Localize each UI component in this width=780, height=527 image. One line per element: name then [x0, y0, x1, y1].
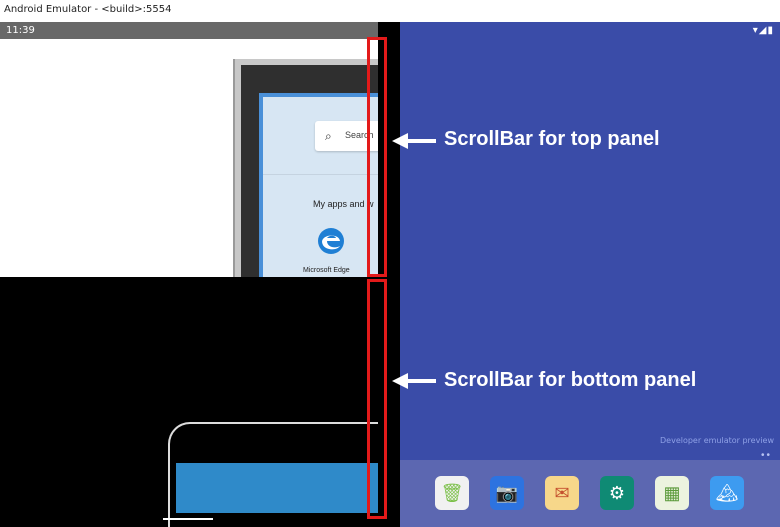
left-status-bar: 11:39 [0, 22, 378, 39]
home-indicator [163, 518, 213, 520]
gallery-icon: 🏔 [715, 482, 739, 503]
camera-icon: 📷 [495, 482, 519, 503]
files-icon: 🗑 [440, 482, 464, 503]
sheets-icon: ▦ [663, 482, 681, 503]
search-icon: ⌕ [325, 129, 332, 143]
top-scrollbar-annotation: ScrollBar for top panel [444, 128, 660, 150]
bottom-scrollbar-annotation: ScrollBar for bottom panel [444, 369, 697, 391]
bottom-annotation-arrow-icon [392, 373, 436, 389]
left-device-screen: 11:39 ⌕ Search My apps and w Microsoft E… [0, 22, 400, 527]
gear-icon: ⚙ [608, 482, 626, 503]
app-dock: 🗑 📷 ✉ ⚙ ▦ 🏔 [400, 460, 780, 527]
gallery-app-icon[interactable]: 🏔 [710, 476, 744, 510]
bottom-device-screen [176, 463, 378, 513]
status-icons: ▾◢▮ [752, 25, 774, 36]
edge-label: Microsoft Edge [303, 267, 350, 274]
bottom-panel[interactable] [0, 277, 378, 527]
right-device-screen: ▾◢▮ Developer emulator preview •• 🗑 📷 ✉ … [400, 22, 780, 527]
apps-heading: My apps and w [313, 199, 374, 209]
device-mockup-screen: ⌕ Search My apps and w Microsoft Edge [259, 93, 378, 277]
developer-preview-note: Developer emulator preview [660, 436, 774, 445]
window-title: Android Emulator - <build>:5554 [4, 4, 172, 15]
status-time: 11:39 [6, 25, 35, 36]
edge-icon[interactable] [315, 225, 347, 257]
files-app-icon[interactable]: 🗑 [435, 476, 469, 510]
top-panel-scrollbar-highlight[interactable] [367, 37, 387, 277]
top-annotation-arrow-icon [392, 133, 436, 149]
top-panel[interactable]: ⌕ Search My apps and w Microsoft Edge [0, 39, 378, 277]
camera-app-icon[interactable]: 📷 [490, 476, 524, 510]
bottom-panel-scrollbar-highlight[interactable] [367, 279, 387, 519]
screen-divider [263, 174, 378, 175]
email-icon: ✉ [554, 482, 570, 503]
sheets-app-icon[interactable]: ▦ [655, 476, 689, 510]
device-mockup-frame: ⌕ Search My apps and w Microsoft Edge [233, 59, 378, 277]
window-title-bar: Android Emulator - <build>:5554 [0, 0, 780, 22]
email-app-icon[interactable]: ✉ [545, 476, 579, 510]
settings-app-icon[interactable]: ⚙ [600, 476, 634, 510]
